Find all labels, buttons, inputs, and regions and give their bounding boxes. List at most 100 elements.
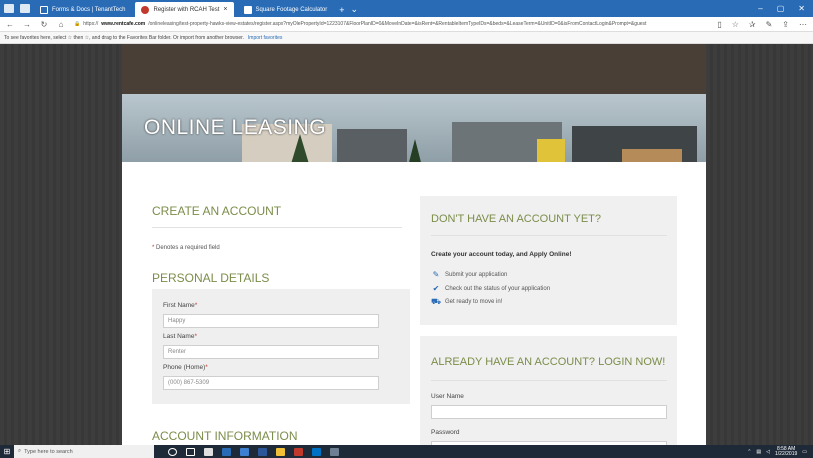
cortana-icon[interactable] bbox=[168, 447, 177, 456]
search-placeholder: Type here to search bbox=[24, 448, 73, 455]
required-note-text: Denotes a required field bbox=[154, 245, 220, 251]
url-domain: www.rentcafe.com bbox=[101, 21, 146, 27]
taskbar-search[interactable]: ⌕ Type here to search bbox=[14, 445, 154, 458]
notifications-icon[interactable]: ▭ bbox=[802, 449, 807, 455]
password-label: Password bbox=[431, 429, 460, 436]
personal-details-heading: PERSONAL DETAILS bbox=[152, 271, 270, 285]
promo-item-label: Get ready to move in! bbox=[445, 298, 503, 305]
mail-icon[interactable] bbox=[240, 447, 249, 456]
promo-box: DON'T HAVE AN ACCOUNT YET? Create your a… bbox=[420, 196, 677, 325]
web-page: ONLINE LEASING CREATE AN ACCOUNT * Denot… bbox=[0, 44, 813, 445]
promo-item-label: Submit your application bbox=[445, 271, 508, 278]
task-view-icon[interactable] bbox=[186, 447, 195, 456]
username-input[interactable] bbox=[431, 405, 667, 419]
tab-square-footage[interactable]: Square Footage Calculator bbox=[238, 2, 334, 17]
volume-icon[interactable]: ◁ bbox=[766, 449, 770, 455]
tray-expand-icon[interactable]: ⌃ bbox=[747, 449, 751, 455]
favorites-bar: To see favorites here, select ☆ then ☆, … bbox=[0, 32, 813, 44]
tab-list-chevron-icon[interactable]: ⌄ bbox=[350, 2, 358, 17]
promo-item: ⛟ Get ready to move in! bbox=[431, 297, 502, 306]
last-name-label-text: Last Name bbox=[163, 333, 195, 340]
windows-taskbar: ⊞ ⌕ Type here to search ⌃ ▤ ◁ 8:58 AM 1/… bbox=[0, 445, 813, 458]
divider bbox=[431, 235, 667, 236]
tab-favicon-icon bbox=[243, 5, 252, 14]
windows-start-icon[interactable]: ⊞ bbox=[0, 445, 14, 458]
divider bbox=[152, 227, 402, 228]
first-name-label: First Name* bbox=[163, 302, 197, 309]
last-name-input[interactable]: Renter bbox=[163, 345, 379, 359]
login-heading: ALREADY HAVE AN ACCOUNT? LOGIN NOW! bbox=[431, 356, 666, 368]
account-information-heading: ACCOUNT INFORMATION bbox=[152, 429, 298, 443]
login-box: ALREADY HAVE AN ACCOUNT? LOGIN NOW! User… bbox=[420, 336, 677, 445]
promo-heading: DON'T HAVE AN ACCOUNT YET? bbox=[431, 213, 601, 225]
tab-label: Register with RCAH Test bbox=[153, 6, 220, 13]
network-icon[interactable]: ▤ bbox=[756, 449, 761, 455]
more-icon[interactable]: ⋯ bbox=[799, 20, 807, 29]
address-bar-actions: ▯ ☆ ✰ ✎ ⇪ ⋯ bbox=[717, 20, 807, 29]
url-prefix: https:// bbox=[83, 21, 99, 27]
promo-item-label: Check out the status of your application bbox=[445, 285, 551, 292]
tab-bar-icons bbox=[0, 0, 30, 17]
required-star: * bbox=[205, 364, 208, 371]
back-icon[interactable]: ← bbox=[6, 20, 14, 29]
truck-icon: ⛟ bbox=[430, 296, 442, 306]
page-header bbox=[122, 44, 706, 94]
personal-details-form: First Name* Happy Last Name* Renter Phon… bbox=[152, 289, 410, 404]
tab-label: Forms & Docs | TenantTech bbox=[52, 6, 126, 13]
username-label: User Name bbox=[431, 393, 464, 400]
banner-title: ONLINE LEASING bbox=[144, 116, 327, 139]
background-stone-left bbox=[0, 44, 122, 445]
maximize-icon[interactable]: ▢ bbox=[777, 4, 785, 13]
outlook-icon[interactable] bbox=[312, 447, 321, 456]
tab-label: Square Footage Calculator bbox=[255, 6, 328, 13]
divider bbox=[431, 380, 667, 381]
pinned-apps bbox=[168, 447, 339, 456]
share-icon[interactable]: ⇪ bbox=[782, 20, 789, 29]
url-field[interactable]: 🔒 https://www.rentcafe.com/onlineleasing… bbox=[74, 21, 708, 27]
favorites-hub-icon[interactable]: ✰ bbox=[749, 20, 756, 29]
create-account-heading: CREATE AN ACCOUNT bbox=[152, 204, 282, 218]
lock-icon: 🔒 bbox=[74, 21, 81, 27]
reading-view-icon[interactable]: ▯ bbox=[717, 20, 721, 29]
tab-close-icon[interactable]: × bbox=[223, 6, 227, 13]
back-tabs-icon[interactable] bbox=[20, 4, 30, 13]
new-tab-button[interactable]: + bbox=[339, 2, 344, 17]
notes-icon[interactable]: ✎ bbox=[766, 20, 773, 29]
checkmark-icon: ✔ bbox=[432, 284, 440, 293]
close-window-icon[interactable]: ✕ bbox=[798, 4, 805, 13]
forward-icon[interactable]: → bbox=[23, 20, 31, 29]
home-icon[interactable]: ⌂ bbox=[57, 20, 65, 29]
pencil-icon: ✎ bbox=[432, 270, 440, 279]
tab-actions-icon[interactable] bbox=[4, 4, 14, 13]
word-icon[interactable] bbox=[258, 447, 267, 456]
search-icon: ⌕ bbox=[18, 448, 22, 454]
file-explorer-icon[interactable] bbox=[276, 447, 285, 456]
minimize-icon[interactable]: – bbox=[758, 4, 762, 13]
phone-label-text: Phone (Home) bbox=[163, 364, 206, 371]
background-stone-right bbox=[706, 44, 813, 445]
required-star: * bbox=[194, 302, 198, 309]
clock-date: 1/22/2019 bbox=[775, 450, 798, 457]
browser-tab-bar: Forms & Docs | TenantTech Register with … bbox=[0, 0, 813, 17]
tab-register[interactable]: Register with RCAH Test × bbox=[135, 2, 234, 17]
url-path: /onlineleasing/test-property-hawks-view-… bbox=[148, 21, 647, 27]
people-icon[interactable] bbox=[330, 447, 339, 456]
import-favorites-link[interactable]: Import favorites bbox=[248, 35, 282, 41]
promo-item: ✔ Check out the status of your applicati… bbox=[431, 284, 550, 293]
taskbar-clock[interactable]: 8:58 AM 1/22/2019 bbox=[775, 446, 798, 457]
main-content: CREATE AN ACCOUNT * Denotes a required f… bbox=[122, 162, 706, 445]
first-name-input[interactable]: Happy bbox=[163, 314, 379, 328]
first-name-label-text: First Name bbox=[163, 302, 195, 309]
favorite-star-icon[interactable]: ☆ bbox=[732, 20, 739, 29]
tab-forms-docs[interactable]: Forms & Docs | TenantTech bbox=[34, 2, 131, 17]
phone-input[interactable]: (000) 867-5309 bbox=[163, 376, 379, 390]
last-name-label: Last Name* bbox=[163, 333, 197, 340]
tab-favicon-icon bbox=[40, 5, 48, 14]
tab-favicon-icon bbox=[141, 5, 150, 14]
window-controls: – ▢ ✕ bbox=[758, 0, 813, 17]
edge-icon[interactable] bbox=[222, 447, 231, 456]
refresh-icon[interactable]: ↻ bbox=[40, 20, 48, 29]
system-tray: ⌃ ▤ ◁ 8:58 AM 1/22/2019 ▭ bbox=[747, 446, 813, 457]
acrobat-icon[interactable] bbox=[294, 447, 303, 456]
store-icon[interactable] bbox=[204, 447, 213, 456]
